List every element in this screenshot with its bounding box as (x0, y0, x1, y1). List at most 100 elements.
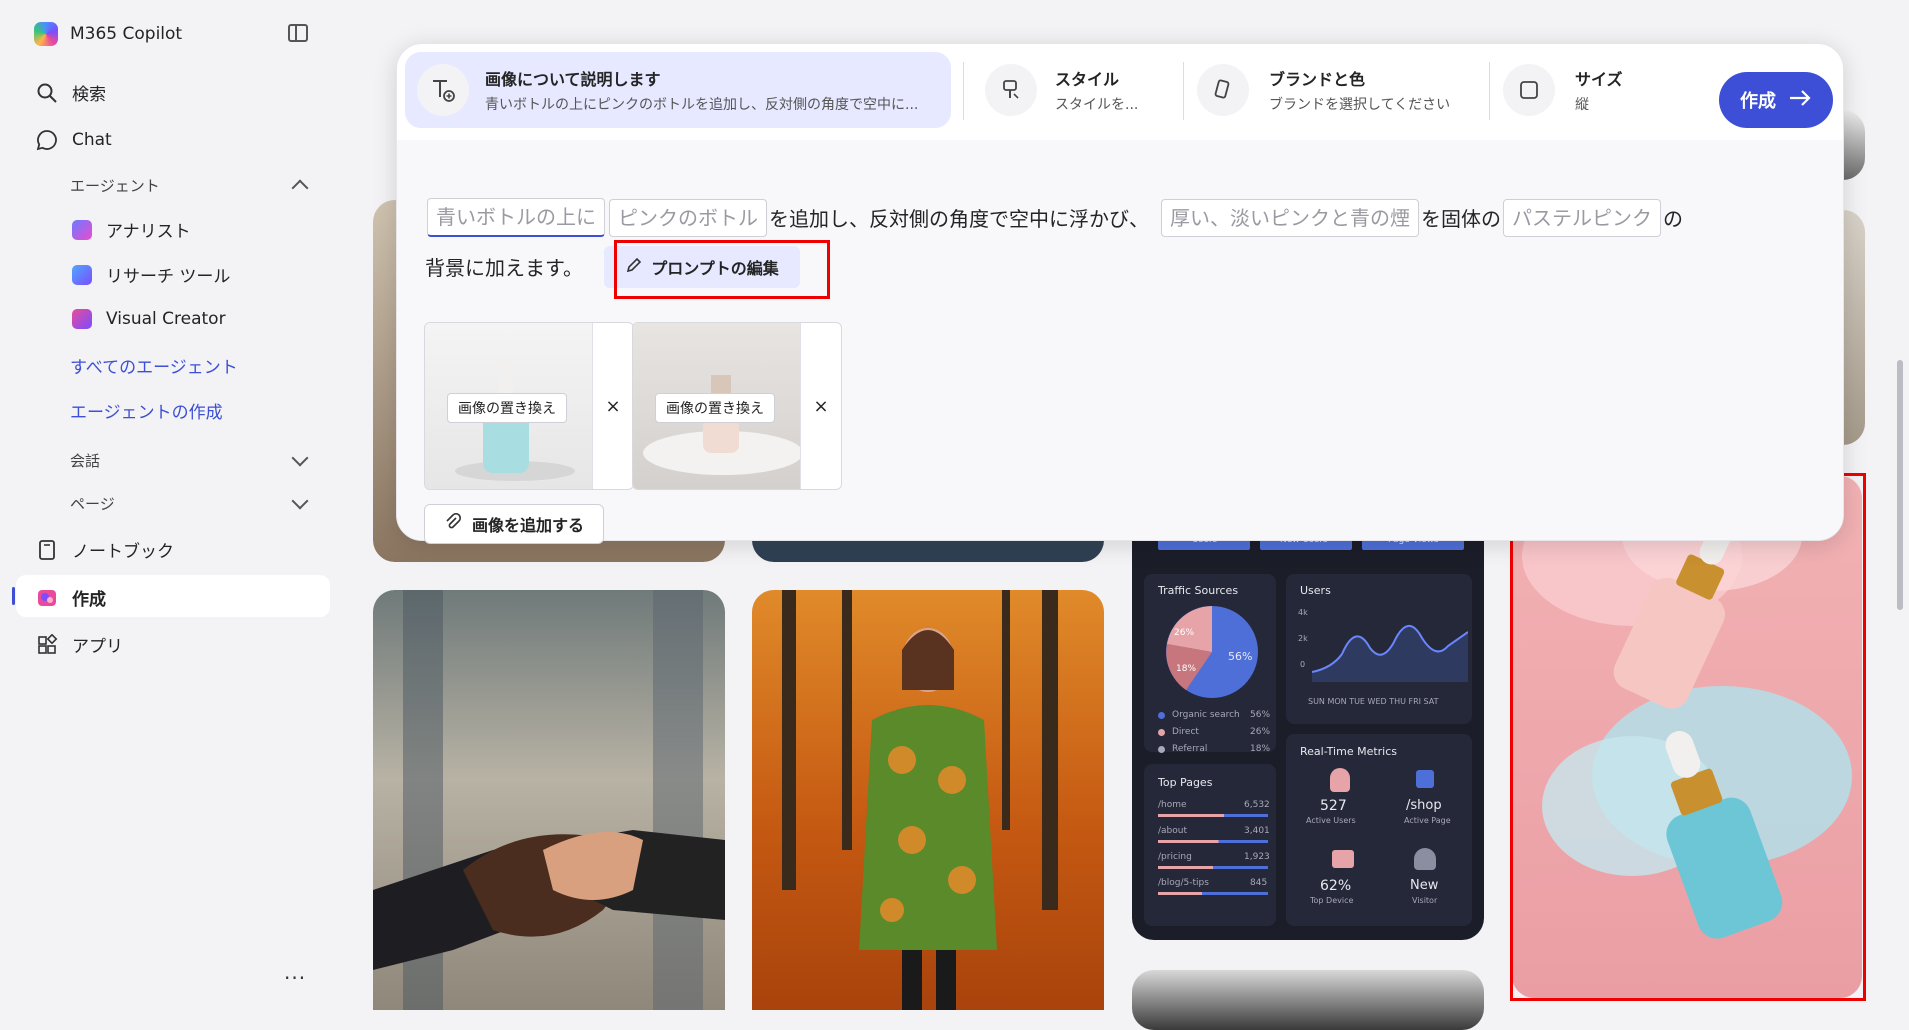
more-options-icon[interactable]: ... (284, 960, 306, 984)
rt-new: New (1410, 878, 1439, 893)
prompt-line-1: 青いボトルの上に ピンクのボトル を追加し、反対側の角度で空中に浮かび、 厚い、… (425, 198, 1683, 237)
sidebar-item-label: Chat (72, 130, 112, 150)
top-page: /about (1158, 826, 1187, 836)
analyst-icon (72, 219, 92, 240)
sidebar-item-create[interactable]: 作成 (36, 585, 106, 610)
divider (1489, 62, 1490, 120)
pages-section-header[interactable]: ページ (70, 493, 115, 514)
app-title: M365 Copilot (70, 24, 183, 44)
agent-label: Visual Creator (106, 309, 226, 329)
chevron-down-icon[interactable] (291, 492, 309, 510)
sidebar-item-label: アプリ (72, 637, 123, 657)
users-line-chart (1312, 625, 1468, 682)
add-image-button[interactable]: 画像を追加する (424, 504, 604, 544)
divider (1183, 62, 1184, 120)
chat-icon (36, 129, 58, 151)
all-agents-link[interactable]: すべてのエージェント (70, 353, 238, 378)
sidebar-item-label: ノートブック (72, 542, 174, 562)
prompt-text: 背景に加えます。 (425, 256, 583, 280)
panel-tabs: 画像について説明します 青いボトルの上にピンクのボトルを追加し、反対側の角度で空… (405, 52, 1843, 128)
remove-image-icon[interactable]: × (592, 323, 633, 489)
sidebar-item-search[interactable]: 検索 (36, 80, 106, 105)
create-button-label: 作成 (1740, 91, 1776, 112)
brand-palette-icon (1197, 64, 1249, 116)
highlight-box-edit-prompt (614, 240, 830, 299)
app-brand[interactable]: M365 Copilot (34, 22, 182, 46)
tab-describe-image[interactable]: 画像について説明します 青いボトルの上にピンクのボトルを追加し、反対側の角度で空… (405, 52, 951, 128)
highlight-box-image (1510, 473, 1866, 1001)
paperclip-icon (444, 512, 462, 535)
tab-title: 画像について説明します (485, 70, 661, 89)
users-title: Users (1300, 584, 1331, 597)
style-brush-icon (985, 64, 1037, 116)
tab-brand-color[interactable]: ブランドと色 ブランドを選択してください (1197, 52, 1457, 128)
chevron-up-icon[interactable] (291, 179, 309, 197)
sidebar-item-apps[interactable]: アプリ (36, 632, 123, 657)
rt-top-device: 62% (1320, 878, 1352, 894)
copilot-logo-icon (34, 22, 58, 46)
prompt-slot-input[interactable]: 厚い、淡いピンクと青の煙 (1161, 198, 1419, 237)
prompt-slot-input[interactable]: 青いボトルの上に (427, 198, 605, 237)
tab-title: サイズ (1575, 70, 1623, 89)
image-creation-panel: 画像について説明します 青いボトルの上にピンクのボトルを追加し、反対側の角度で空… (396, 43, 1844, 544)
tab-title: ブランドと色 (1269, 70, 1366, 89)
chevron-down-icon[interactable] (291, 449, 309, 467)
reference-image-2[interactable]: 画像の置き換え × (632, 322, 842, 490)
add-image-label: 画像を追加する (471, 516, 584, 535)
y-tick: 4k (1298, 608, 1308, 617)
sidebar-toggle-icon[interactable] (288, 24, 308, 42)
tab-subtitle: ブランドを選択してください (1269, 97, 1451, 113)
active-indicator (12, 587, 15, 605)
gallery-image-tile[interactable] (1132, 970, 1484, 1030)
traffic-value: 18% (1250, 744, 1271, 754)
rt-active-users: 527 (1320, 798, 1347, 814)
pie-label: 18% (1176, 664, 1197, 674)
prompt-slot-input[interactable]: ピンクのボトル (609, 198, 767, 237)
agent-visual-creator[interactable]: Visual Creator (72, 309, 226, 329)
size-square-icon (1503, 64, 1555, 116)
sidebar-item-label: 作成 (72, 590, 106, 610)
y-tick: 0 (1300, 660, 1306, 669)
divider (963, 62, 964, 120)
notebook-icon (36, 539, 58, 561)
autumn-portrait-image[interactable] (752, 590, 1104, 1010)
create-agent-link[interactable]: エージェントの作成 (70, 398, 223, 423)
replace-image-button[interactable]: 画像の置き換え (447, 393, 567, 423)
arrow-right-icon (1788, 88, 1812, 113)
rt-label: Visitor (1412, 896, 1438, 905)
create-icon (36, 587, 58, 609)
agent-research-tool[interactable]: リサーチ ツール (72, 262, 230, 287)
handshake-image[interactable] (373, 590, 725, 1010)
conversations-section-header[interactable]: 会話 (70, 450, 100, 471)
tab-subtitle: 青いボトルの上にピンクのボトルを追加し、反対側の角度で空中に... (485, 97, 919, 113)
rt-title: Real-Time Metrics (1300, 745, 1398, 758)
pie-label: 26% (1174, 628, 1195, 638)
rt-label: Active Users (1306, 816, 1356, 825)
top-page-count: 6,532 (1244, 800, 1270, 810)
replace-image-button[interactable]: 画像の置き換え (655, 393, 775, 423)
reference-image-1[interactable]: 画像の置き換え × (424, 322, 634, 490)
prompt-text: を固体の (1421, 207, 1501, 231)
rt-label: Active Page (1404, 816, 1451, 825)
top-page-count: 845 (1250, 878, 1268, 888)
create-button[interactable]: 作成 (1719, 72, 1833, 128)
research-icon (72, 264, 92, 285)
prompt-text: を追加し、反対側の角度で空中に浮かび、 (769, 207, 1149, 231)
prompt-slot-input[interactable]: パステルピンク (1503, 198, 1661, 237)
agent-analyst[interactable]: アナリスト (72, 217, 191, 242)
tab-size[interactable]: サイズ 縦 (1503, 52, 1663, 128)
agents-section-header[interactable]: エージェント (70, 175, 160, 196)
rt-active-page: /shop (1406, 798, 1442, 813)
agent-label: アナリスト (106, 222, 191, 242)
remove-image-icon[interactable]: × (800, 323, 841, 489)
sidebar-item-chat[interactable]: Chat (36, 129, 112, 151)
scrollbar[interactable] (1897, 360, 1903, 610)
sidebar-item-notebook[interactable]: ノートブック (36, 537, 174, 562)
traffic-name: Organic search (1172, 710, 1240, 720)
top-page: /pricing (1158, 852, 1192, 862)
prompt-text: の (1663, 207, 1683, 231)
tab-style[interactable]: スタイル スタイルを... (985, 52, 1165, 128)
text-image-icon (417, 64, 469, 116)
traffic-title: Traffic Sources (1158, 584, 1239, 597)
sidebar-item-label: 検索 (72, 85, 106, 105)
